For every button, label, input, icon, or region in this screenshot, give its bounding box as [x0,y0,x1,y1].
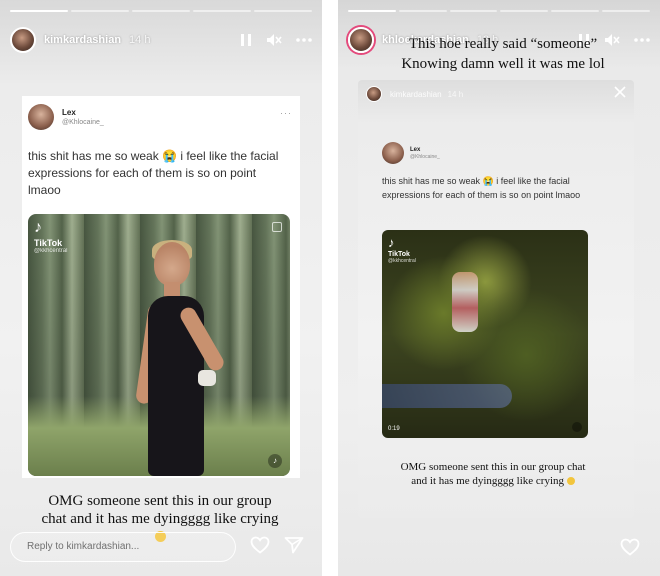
story-text-overlay: This hoe really said “someone” Knowing d… [368,34,638,74]
story-progress-bar [10,10,312,12]
tweet-author-handle: @Khlocaine_ [62,119,104,126]
story-progress-bar [348,10,650,12]
progress-segment [71,10,129,12]
reshared-story[interactable]: kimkardashian 14 h Lex @Khlocaine_ this … [358,80,634,518]
tiktok-logo-icon: ♪ TikTok @kkhcentral [34,219,68,255]
heart-icon[interactable] [250,536,270,559]
tweet-author-handle: @Khlocaine_ [410,153,440,160]
reshared-time: 14 h [447,89,464,99]
video-person [452,272,478,332]
story-caption-text: OMG someone sent this in our group chat … [41,493,279,527]
progress-segment [602,10,650,12]
tiktok-logo-name: TikTok [34,238,63,248]
progress-segment [254,10,312,12]
tiktok-logo-user: @kkhcentral [388,258,416,264]
story-text-line: Knowing damn well it was me lol [401,56,605,72]
send-icon[interactable] [284,536,304,559]
tweet-video: ♪ TikTok @kkhcentral 0:19 [382,230,588,438]
pause-icon[interactable] [240,33,252,47]
tiktok-logo-name: TikTok [388,251,410,258]
tweet-author-name: Lex [410,146,421,153]
story-text-line: This hoe really said “someone” [408,36,598,52]
close-icon[interactable] [614,85,626,103]
story-time: 14 h [129,34,151,46]
tweet-video: ♪ TikTok @kkhcentral ♪ [28,214,290,476]
crying-emoji-icon [566,477,575,485]
tweet-more-icon: ··· [280,108,292,118]
tweet-author-name: Lex [62,108,76,117]
tweet-card: Lex @Khlocaine_ ··· this shit has me so … [22,96,300,478]
progress-segment [551,10,600,12]
reply-input[interactable]: Reply to kimkardashian... [10,532,236,562]
tweet-text: this shit has me so weak 😭 i feel like t… [382,176,581,200]
video-sound-icon: ♪ [268,454,282,468]
progress-segment [449,10,498,12]
progress-segment [10,10,68,12]
mute-icon[interactable] [266,33,282,47]
tweet-avatar [28,104,54,130]
video-expand-icon [272,222,282,232]
progress-segment [398,10,447,12]
progress-segment [132,10,190,12]
story-header: kimkardashian 14 h [10,26,312,54]
reshared-username: kimkardashian [390,89,442,99]
reshared-caption-text: OMG someone sent this in our group chat … [400,461,586,487]
story-right[interactable]: khloekardashian 13 h This hoe really sai… [338,0,660,576]
story-left[interactable]: kimkardashian 14 h Lex @Khlocaine_ ··· t… [0,0,322,576]
tiktok-logo-user: @kkhcentral [34,248,68,254]
more-icon[interactable] [296,38,312,42]
tweet-text: this shit has me so weak 😭 i feel like t… [28,149,279,197]
reshared-caption: OMG someone sent this in our group chat … [398,460,588,488]
video-person [124,240,234,476]
progress-segment [500,10,549,12]
tiktok-logo-icon: ♪ TikTok @kkhcentral [388,235,416,264]
progress-segment [348,10,396,12]
video-timestamp: 0:19 [388,426,400,432]
tweet-avatar [382,142,404,164]
heart-icon[interactable] [620,538,640,561]
video-sound-icon [572,422,582,432]
avatar[interactable] [10,27,36,53]
reshared-story-header: kimkardashian 14 h [366,84,626,104]
avatar [366,86,382,102]
story-username[interactable]: kimkardashian [44,34,121,46]
progress-segment [193,10,251,12]
